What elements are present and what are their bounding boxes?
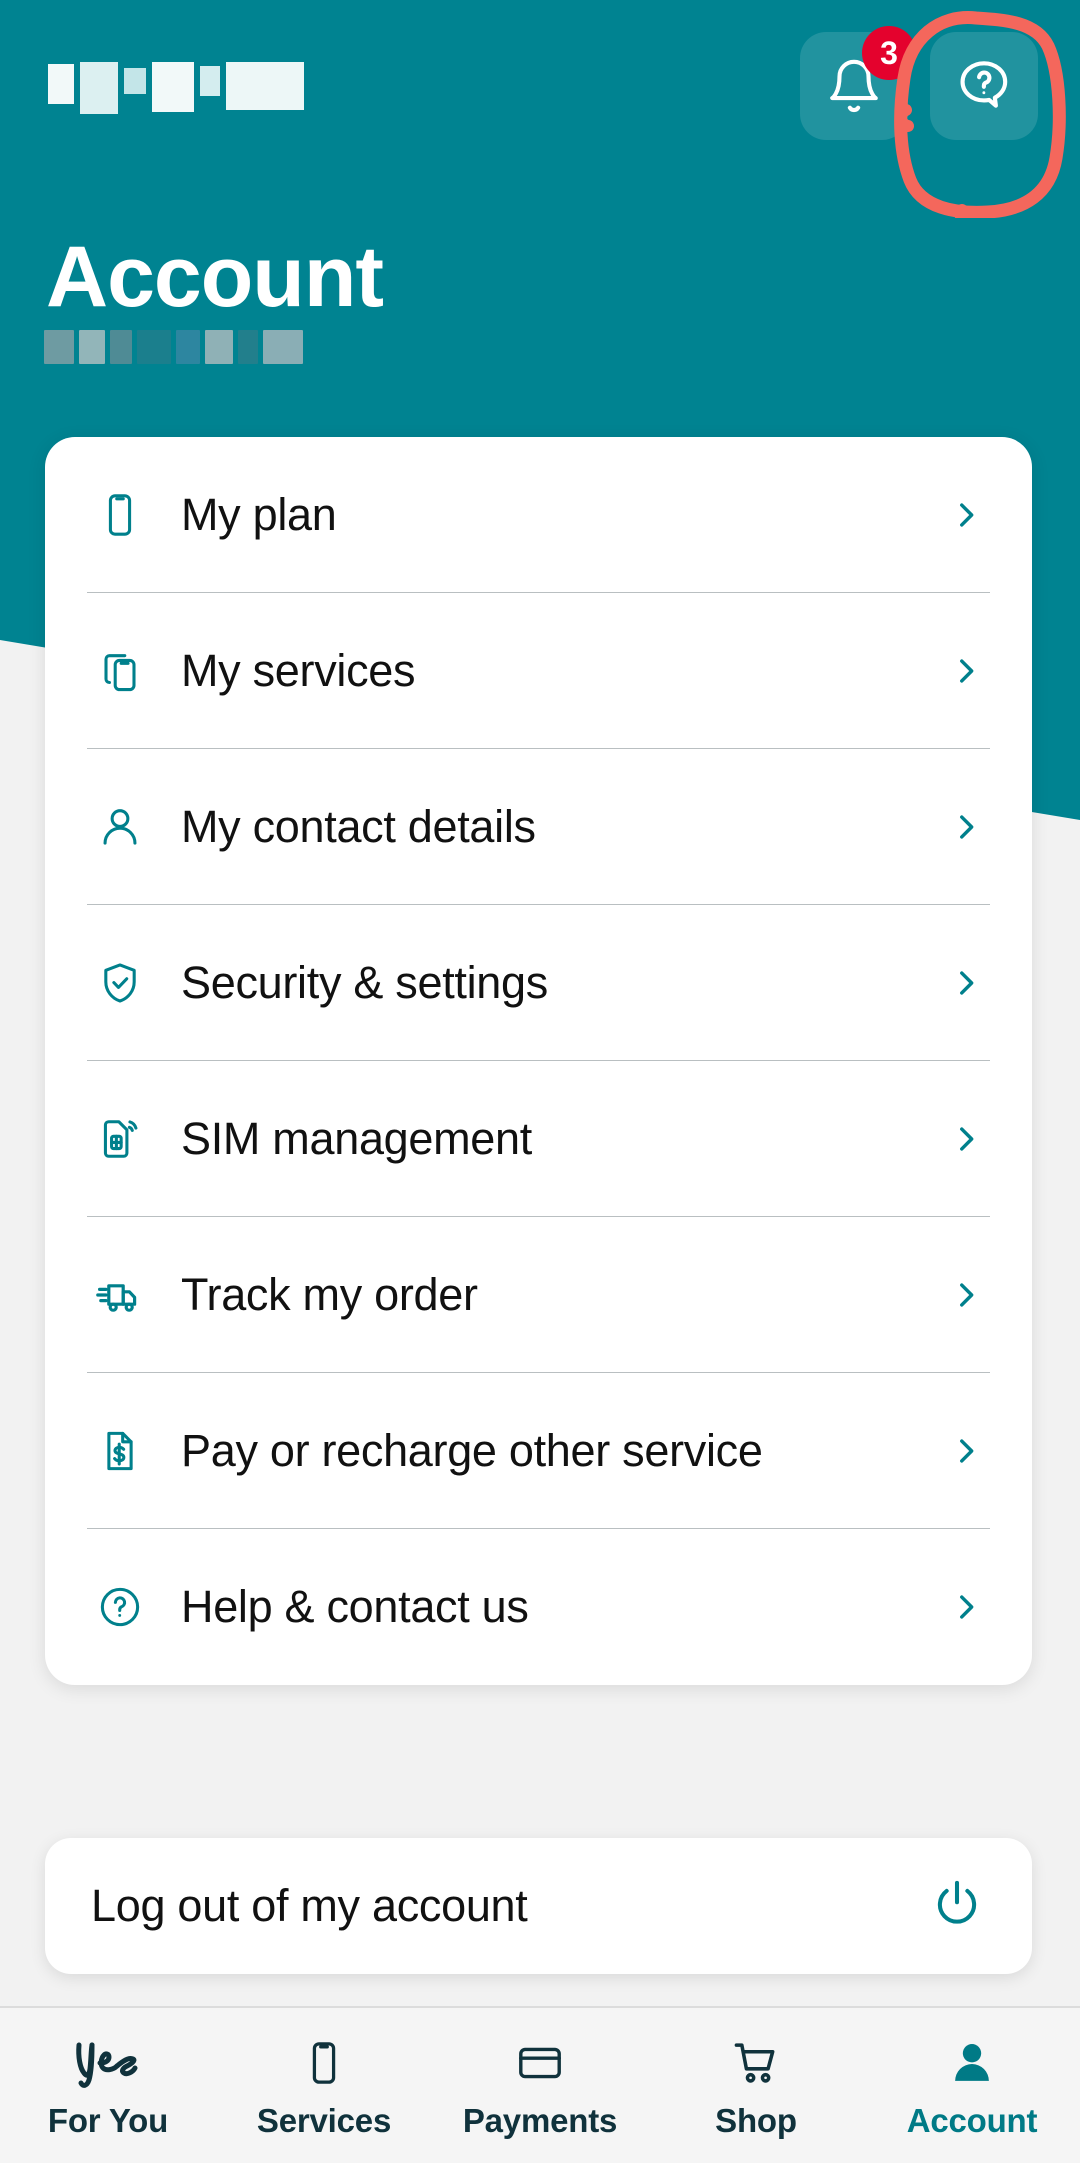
nav-tab-payments[interactable]: Payments: [432, 2008, 648, 2163]
menu-item-help-contact-us[interactable]: Help & contact us: [45, 1529, 1032, 1685]
logout-button[interactable]: Log out of my account: [45, 1838, 1032, 1974]
redacted-greeting: [48, 62, 348, 118]
nav-tab-label: Payments: [462, 2101, 618, 2139]
question-circle-icon: [91, 1578, 149, 1636]
nav-tab-for-you[interactable]: For You: [0, 2008, 216, 2163]
menu-item-my-contact-details[interactable]: My contact details: [45, 749, 1032, 905]
delivery-truck-icon: [91, 1266, 149, 1324]
account-screen: 3 Account My plan My services My contact…: [0, 0, 1080, 2163]
power-icon: [930, 1877, 984, 1936]
shield-check-icon: [91, 954, 149, 1012]
nav-tab-label: Account: [906, 2101, 1038, 2139]
person-filled-icon: [947, 2034, 997, 2092]
nav-tab-services[interactable]: Services: [216, 2008, 432, 2163]
chevron-right-icon: [944, 649, 988, 693]
chevron-right-icon: [944, 1585, 988, 1629]
notifications-button[interactable]: 3: [800, 26, 916, 140]
menu-item-my-services[interactable]: My services: [45, 593, 1032, 749]
menu-item-security-settings[interactable]: Security & settings: [45, 905, 1032, 1061]
chevron-right-icon: [944, 1429, 988, 1473]
page-title: Account: [46, 229, 384, 325]
chevron-right-icon: [944, 961, 988, 1005]
menu-item-label: My plan: [181, 489, 337, 540]
yes-script-logo-icon: [69, 2034, 147, 2092]
menu-item-my-plan[interactable]: My plan: [45, 437, 1032, 593]
menu-item-label: My services: [181, 645, 416, 696]
top-bar-actions: 3: [800, 26, 1038, 140]
chevron-right-icon: [944, 805, 988, 849]
chevron-right-icon: [944, 1273, 988, 1317]
account-menu-card: My plan My services My contact details S…: [45, 437, 1032, 1685]
menu-item-label: SIM management: [181, 1113, 532, 1164]
credit-card-icon: [512, 2034, 568, 2092]
chevron-right-icon: [944, 1117, 988, 1161]
redacted-subtitle: [44, 328, 304, 366]
phone-icon: [301, 2034, 347, 2092]
nav-tab-shop[interactable]: Shop: [648, 2008, 864, 2163]
phone-icon: [91, 486, 149, 544]
two-phones-icon: [91, 642, 149, 700]
document-dollar-icon: [91, 1422, 149, 1480]
chevron-right-icon: [944, 493, 988, 537]
help-question-bubble-icon: [960, 61, 1008, 108]
menu-item-label: My contact details: [181, 801, 536, 852]
menu-item-label: Pay or recharge other service: [181, 1425, 763, 1476]
shopping-cart-icon: [728, 2034, 784, 2092]
notification-badge: 3: [862, 26, 916, 80]
menu-item-track-my-order[interactable]: Track my order: [45, 1217, 1032, 1373]
menu-item-label: Track my order: [181, 1269, 478, 1320]
nav-tab-label: For You: [47, 2101, 169, 2139]
help-button[interactable]: [930, 32, 1038, 140]
nav-tab-label: Services: [256, 2101, 392, 2139]
menu-item-label: Security & settings: [181, 957, 548, 1008]
logout-label: Log out of my account: [91, 1880, 528, 1931]
sim-card-signal-icon: [91, 1110, 149, 1168]
menu-item-pay-or-recharge[interactable]: Pay or recharge other service: [45, 1373, 1032, 1529]
bottom-navigation: For You Services Payments Shop Account: [0, 2006, 1080, 2163]
nav-tab-account[interactable]: Account: [864, 2008, 1080, 2163]
nav-tab-label: Shop: [715, 2101, 797, 2139]
person-icon: [91, 798, 149, 856]
menu-item-sim-management[interactable]: SIM management: [45, 1061, 1032, 1217]
top-bar: 3: [0, 0, 1080, 218]
menu-item-label: Help & contact us: [181, 1581, 529, 1632]
